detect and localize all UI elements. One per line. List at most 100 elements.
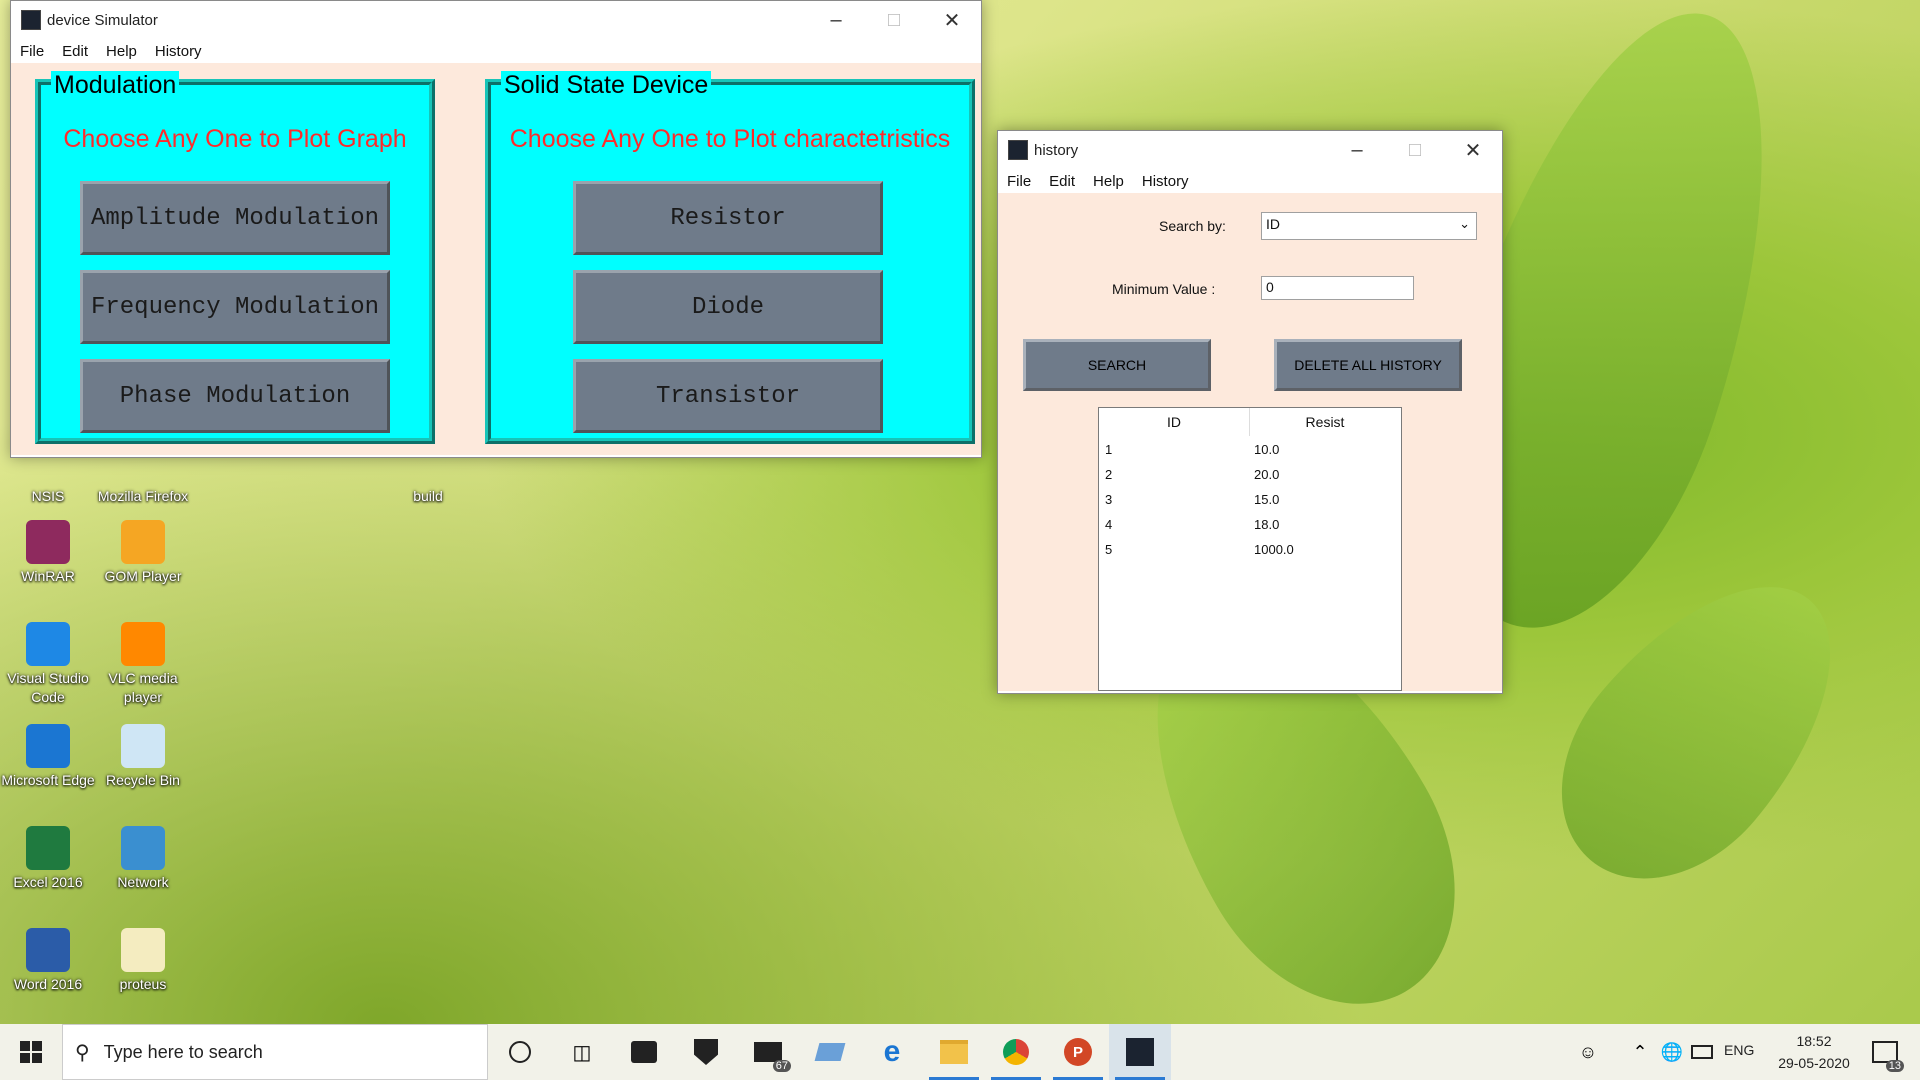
minimize-icon[interactable]: – xyxy=(1328,131,1386,169)
mail-icon[interactable]: 67 xyxy=(737,1024,799,1080)
frequency-modulation-button[interactable]: Frequency Modulation xyxy=(80,270,390,344)
phase-modulation-button[interactable]: Phase Modulation xyxy=(80,359,390,433)
menu-edit[interactable]: Edit xyxy=(1040,173,1084,190)
simulator-titlebar[interactable]: device Simulator – □ ✕ xyxy=(11,1,981,39)
battery-icon[interactable] xyxy=(1682,1024,1722,1080)
search-by-value: ID xyxy=(1266,216,1280,232)
task-view-icon[interactable]: ◫ xyxy=(551,1024,613,1080)
taskbar-search-placeholder: Type here to search xyxy=(103,1041,263,1062)
table-cell-resist[interactable]: 18.0 xyxy=(1254,517,1279,532)
column-header-id[interactable]: ID xyxy=(1099,408,1250,436)
transistor-button[interactable]: Transistor xyxy=(573,359,883,433)
desktop-icon[interactable]: VLC media player xyxy=(95,622,191,707)
menu-help[interactable]: Help xyxy=(1084,173,1133,190)
powerpoint-icon[interactable]: P xyxy=(1047,1024,1109,1080)
device-simulator-taskbar-icon[interactable] xyxy=(1109,1024,1171,1080)
desktop-icon[interactable]: GOM Player xyxy=(95,520,191,586)
desktop-icon[interactable]: WinRAR xyxy=(0,520,96,586)
recycle-bin-icon xyxy=(121,724,165,768)
desktop-icon[interactable]: Microsoft Edge xyxy=(0,724,96,790)
shield-icon[interactable] xyxy=(675,1024,737,1080)
menu-edit[interactable]: Edit xyxy=(53,43,97,60)
people-icon[interactable]: ☺ xyxy=(1568,1024,1608,1080)
column-header-resist[interactable]: Resist xyxy=(1250,408,1400,436)
maximize-icon[interactable]: □ xyxy=(1386,131,1444,169)
edge-icon xyxy=(26,724,70,768)
mail-badge: 67 xyxy=(772,1060,791,1072)
diode-button[interactable]: Diode xyxy=(573,270,883,344)
search-by-select[interactable]: ID ⌄ xyxy=(1261,212,1477,240)
window-title: history xyxy=(1034,141,1079,159)
notification-count: 13 xyxy=(1885,1060,1904,1072)
desktop-icon[interactable]: Recycle Bin xyxy=(95,724,191,790)
min-value-label: Minimum Value : xyxy=(1112,281,1216,297)
desktop-icon[interactable]: Visual Studio Code xyxy=(0,622,96,707)
file-explorer-icon[interactable] xyxy=(923,1024,985,1080)
language-indicator[interactable]: ENG xyxy=(1724,1042,1754,1058)
close-icon[interactable]: ✕ xyxy=(923,1,981,39)
desktop-icon[interactable]: Excel 2016 xyxy=(0,826,96,892)
menu-help[interactable]: Help xyxy=(97,43,146,60)
solid-state-panel: Solid State Device Choose Any One to Plo… xyxy=(485,71,975,444)
history-menubar: File Edit Help History xyxy=(998,169,1502,193)
min-value-input[interactable]: 0 xyxy=(1261,276,1414,300)
close-icon[interactable]: ✕ xyxy=(1444,131,1502,169)
modulation-panel: Modulation Choose Any One to Plot Graph … xyxy=(35,71,435,444)
desktop-icon-label: proteus xyxy=(119,976,167,992)
menu-file[interactable]: File xyxy=(11,43,53,60)
desktop-icon-label: GOM Player xyxy=(104,568,182,584)
edge-icon[interactable]: e xyxy=(861,1024,923,1080)
laptop-app-icon[interactable] xyxy=(799,1024,861,1080)
amplitude-modulation-button[interactable]: Amplitude Modulation xyxy=(80,181,390,255)
excel-icon xyxy=(26,826,70,870)
chevron-down-icon: ⌄ xyxy=(1459,216,1470,231)
history-window: history – □ ✕ File Edit Help History Sea… xyxy=(997,130,1503,694)
table-cell-id[interactable]: 1 xyxy=(1105,442,1112,457)
search-icon: ⚲ xyxy=(75,1041,90,1064)
simulator-client: Modulation Choose Any One to Plot Graph … xyxy=(11,63,981,455)
table-cell-resist[interactable]: 1000.0 xyxy=(1254,542,1294,557)
cortana-icon[interactable] xyxy=(489,1024,551,1080)
network-icon xyxy=(121,826,165,870)
history-table[interactable]: ID Resist 1 10.0 2 20.0 3 15.0 4 18.0 5 1000.0 xyxy=(1098,407,1402,691)
table-cell-id[interactable]: 2 xyxy=(1105,467,1112,482)
solid-state-heading: Solid State Device xyxy=(501,71,712,100)
desktop-icon[interactable]: proteus xyxy=(95,928,191,994)
maximize-icon[interactable]: □ xyxy=(865,1,923,39)
chrome-icon[interactable] xyxy=(985,1024,1047,1080)
simulator-window: device Simulator – □ ✕ File Edit Help Hi… xyxy=(10,0,982,458)
table-cell-id[interactable]: 3 xyxy=(1105,492,1112,507)
menu-file[interactable]: File xyxy=(998,173,1040,190)
store-icon[interactable] xyxy=(613,1024,675,1080)
table-cell-id[interactable]: 5 xyxy=(1105,542,1112,557)
clock[interactable]: 18:52 29-05-2020 xyxy=(1766,1030,1862,1074)
table-cell-resist[interactable]: 15.0 xyxy=(1254,492,1279,507)
taskbar: ⚲ Type here to search ◫ 67 e P ☺ ⌃ 🌐 ENG… xyxy=(0,1024,1920,1080)
table-cell-id[interactable]: 4 xyxy=(1105,517,1112,532)
windows-logo-icon xyxy=(20,1041,42,1063)
table-cell-resist[interactable]: 10.0 xyxy=(1254,442,1279,457)
gom-player-icon xyxy=(121,520,165,564)
delete-all-history-button[interactable]: DELETE ALL HISTORY xyxy=(1274,339,1462,391)
file-icon xyxy=(121,928,165,972)
table-cell-resist[interactable]: 20.0 xyxy=(1254,467,1279,482)
resistor-button[interactable]: Resistor xyxy=(573,181,883,255)
desktop-icon[interactable]: Word 2016 xyxy=(0,928,96,994)
minimize-icon[interactable]: – xyxy=(807,1,865,39)
desktop-icon-label: WinRAR xyxy=(21,568,75,584)
menu-history[interactable]: History xyxy=(146,43,211,60)
modulation-heading: Modulation xyxy=(51,71,180,100)
desktop-icon[interactable]: Network xyxy=(95,826,191,892)
desktop-icon-label: build xyxy=(413,488,443,504)
modulation-subtitle: Choose Any One to Plot Graph xyxy=(63,125,407,153)
desktop-icon-label: Mozilla Firefox xyxy=(97,488,189,504)
taskbar-search-box[interactable]: ⚲ Type here to search xyxy=(62,1024,488,1080)
start-button[interactable] xyxy=(0,1024,62,1080)
menu-history[interactable]: History xyxy=(1133,173,1198,190)
notification-center-icon[interactable]: 13 xyxy=(1860,1024,1910,1080)
desktop-icon-label: Microsoft Edge xyxy=(1,772,95,788)
history-titlebar[interactable]: history – □ ✕ xyxy=(998,131,1502,169)
winrar-icon xyxy=(26,520,70,564)
search-button[interactable]: SEARCH xyxy=(1023,339,1211,391)
app-icon xyxy=(21,10,41,30)
